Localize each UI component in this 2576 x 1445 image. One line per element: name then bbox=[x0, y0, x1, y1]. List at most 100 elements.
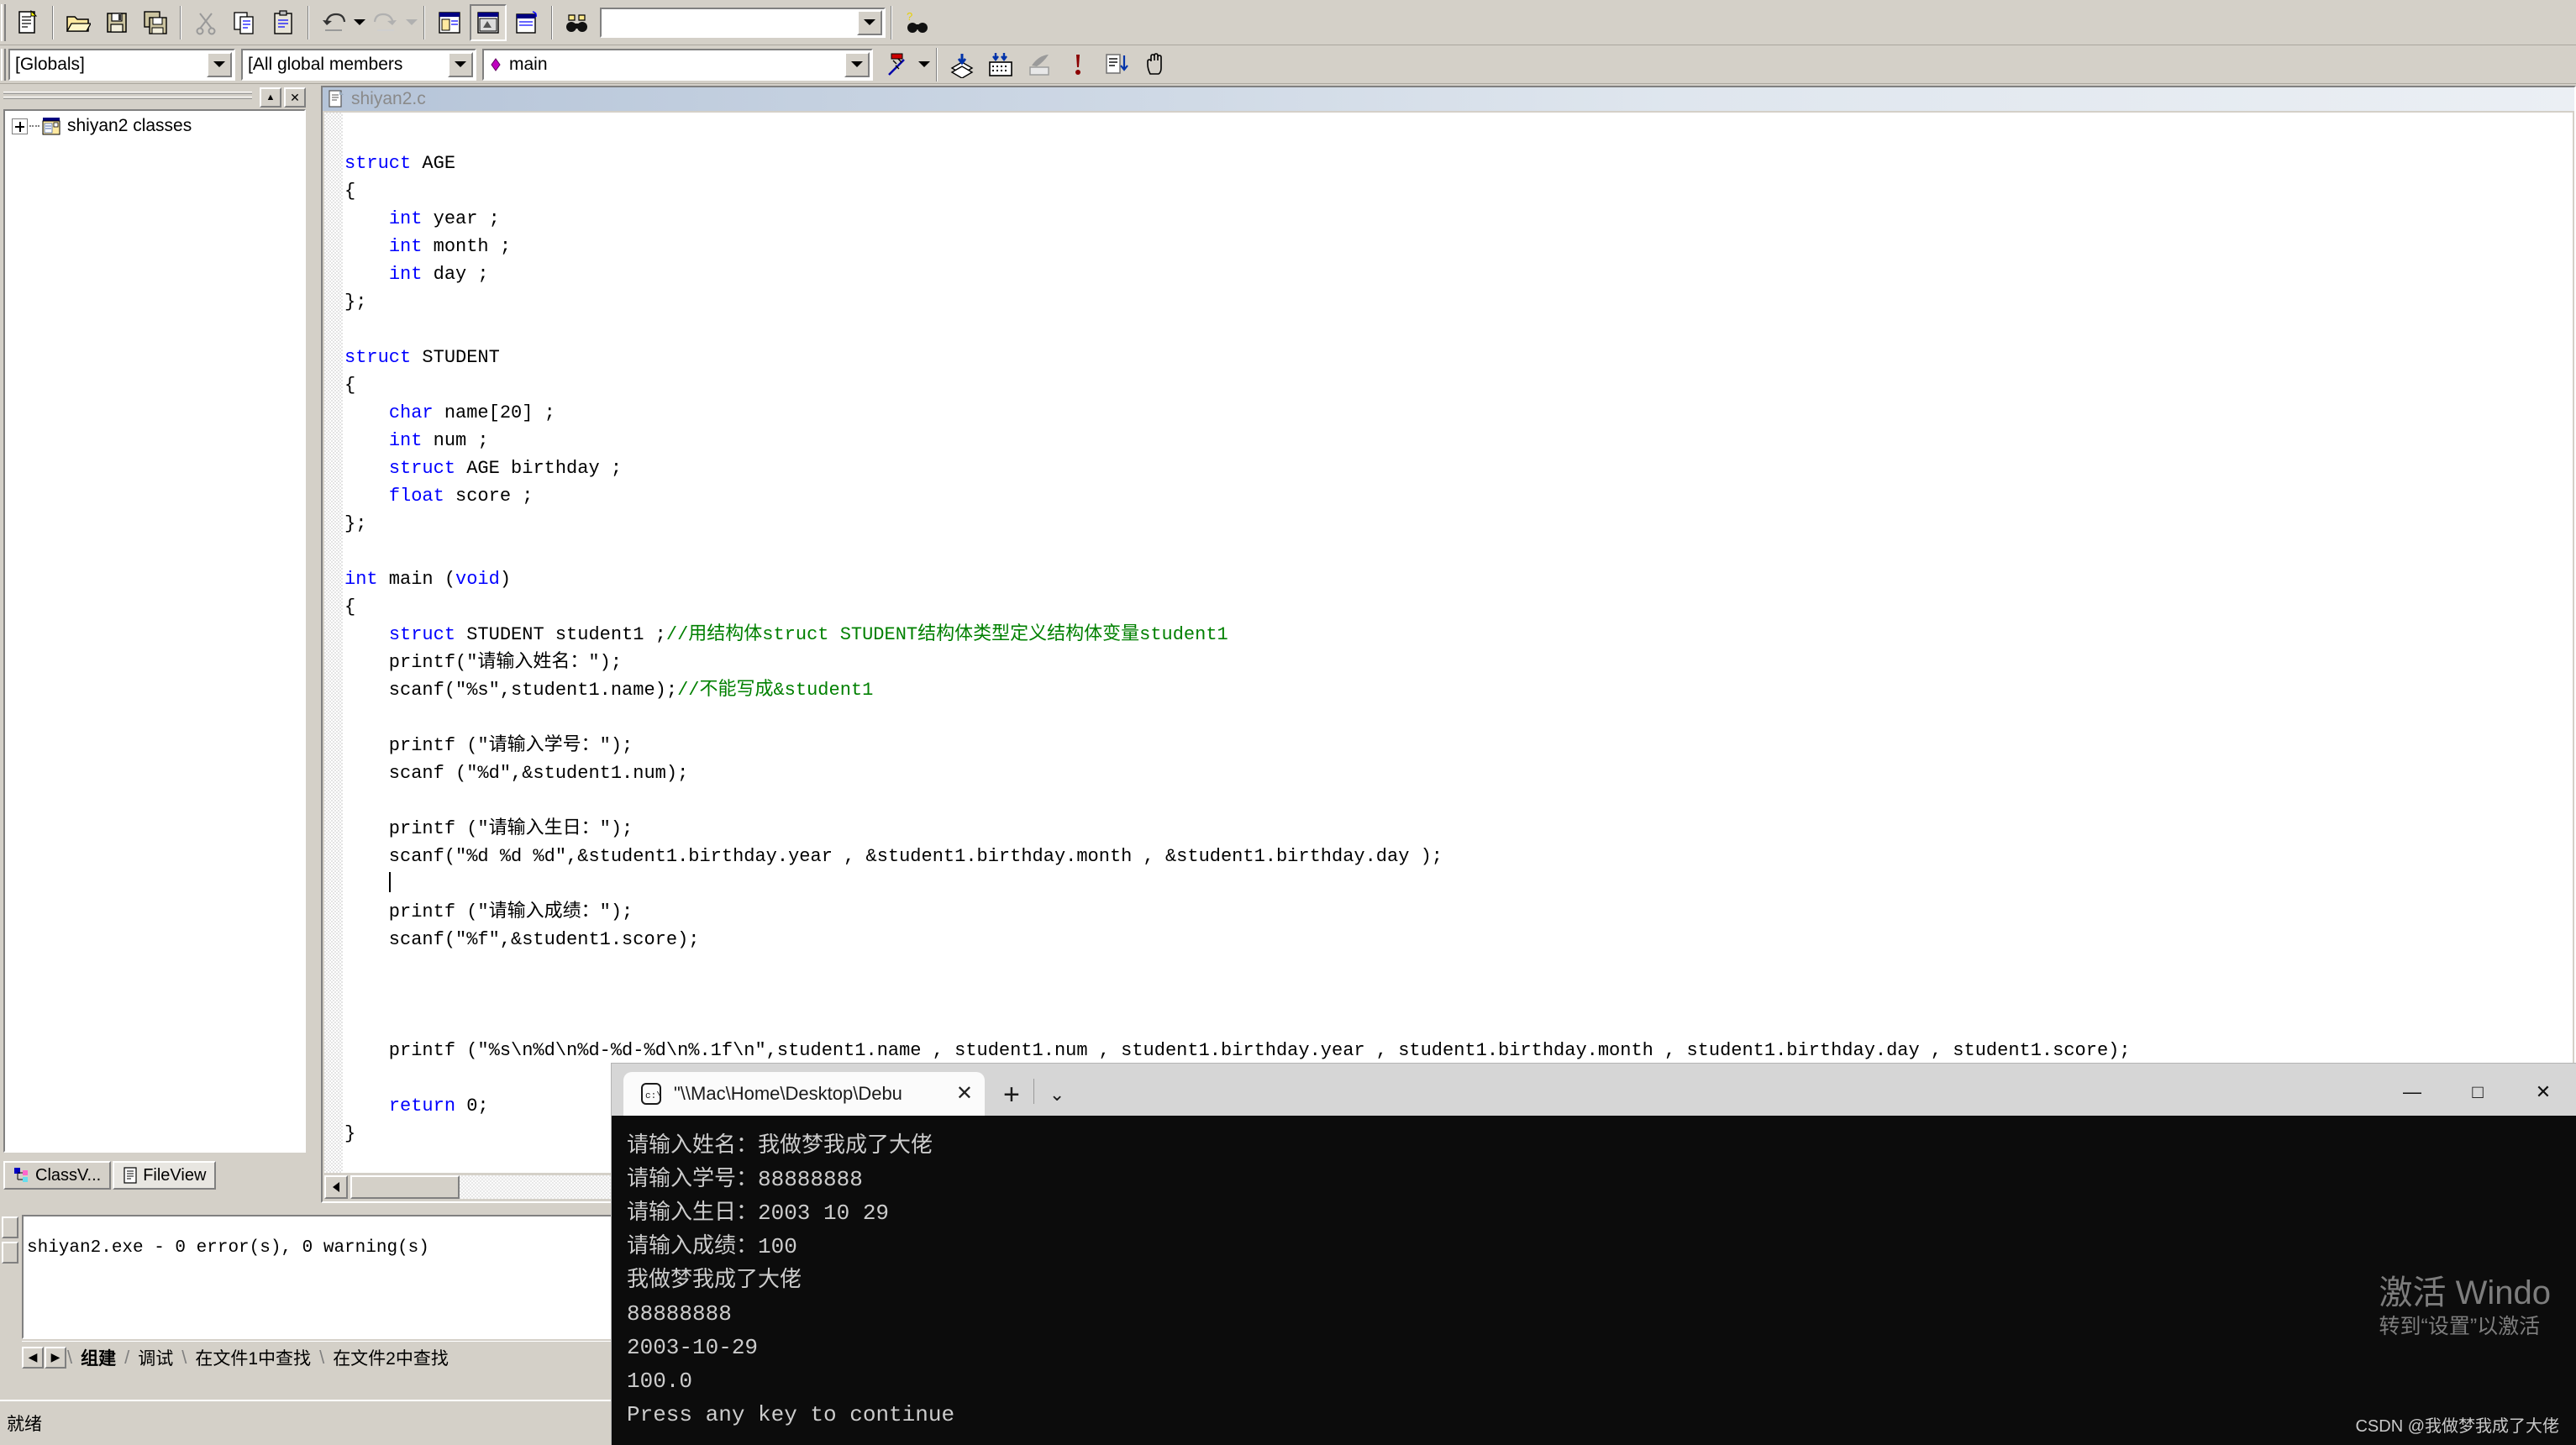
toolbar-separator bbox=[891, 5, 892, 39]
document-arrow-down-icon bbox=[1106, 53, 1128, 74]
fileview-icon bbox=[124, 1167, 137, 1184]
tab-classview[interactable]: ClassV... bbox=[3, 1161, 112, 1190]
editor-titlebar[interactable]: shiyan2.c bbox=[323, 87, 2574, 111]
undo-button[interactable] bbox=[315, 4, 352, 41]
copy-button[interactable] bbox=[226, 4, 263, 41]
globals-combo-value[interactable]: [Globals] bbox=[10, 55, 207, 75]
build-grid-icon bbox=[989, 52, 1012, 76]
output-next-glyph: ▶ bbox=[50, 1350, 60, 1364]
insert-breakpoint-button[interactable] bbox=[1137, 46, 1174, 83]
workspace-titlebar[interactable]: ▲ ✕ bbox=[0, 86, 309, 109]
go-debug-button[interactable] bbox=[1098, 46, 1135, 83]
terminal-tab[interactable]: c:\ "\\Mac\Home\Desktop\Debu ✕ bbox=[623, 1072, 985, 1116]
function-combo-arrow[interactable] bbox=[844, 51, 870, 77]
output-prev-glyph: ◀ bbox=[28, 1350, 38, 1364]
class-wizard-button[interactable] bbox=[880, 46, 917, 83]
tree-expander-icon[interactable] bbox=[12, 118, 28, 134]
hand-icon bbox=[1147, 52, 1162, 75]
source-code-text[interactable]: struct AGE { int year ; int month ; int … bbox=[344, 131, 2573, 1154]
workspace-close-button[interactable]: ✕ bbox=[284, 87, 306, 108]
terminal-dropdown-button[interactable]: ⌄ bbox=[1049, 1084, 1065, 1106]
save-button[interactable] bbox=[98, 4, 135, 41]
members-combo-arrow[interactable] bbox=[448, 51, 473, 77]
terminal-close-button[interactable]: ✕ bbox=[2510, 1069, 2576, 1116]
paste-button[interactable] bbox=[265, 4, 302, 41]
save-all-button[interactable] bbox=[137, 4, 174, 41]
workspace-tabstrip: ClassV... FileView bbox=[3, 1159, 218, 1190]
scroll-left-button[interactable] bbox=[324, 1175, 348, 1199]
find-in-files-button[interactable] bbox=[559, 4, 596, 41]
output-tab-build[interactable]: 组建 bbox=[72, 1345, 124, 1370]
redo-button[interactable] bbox=[367, 4, 404, 41]
terminal-console-output[interactable]: 请输入姓名：我做梦我成了大佬 请输入学号：88888888 请输入生日：2003… bbox=[612, 1116, 2576, 1445]
classview-icon bbox=[14, 1168, 28, 1182]
floppy-disk-icon bbox=[107, 12, 127, 33]
toolbar-separator bbox=[423, 5, 425, 39]
output-scroll-up-button[interactable] bbox=[2, 1216, 18, 1238]
output-tab-find-in-files-1[interactable]: 在文件1中查找 bbox=[187, 1345, 319, 1370]
wizardbar-grip[interactable] bbox=[1, 48, 6, 81]
members-combo-value[interactable]: [All global members bbox=[243, 55, 448, 75]
scissors-icon bbox=[196, 12, 216, 34]
output-toggle-button[interactable] bbox=[470, 3, 507, 41]
svg-text:c:\: c:\ bbox=[645, 1091, 662, 1101]
build-button[interactable] bbox=[982, 46, 1019, 83]
tree-item-classes-root[interactable]: shiyan2 classes bbox=[5, 111, 304, 136]
terminal-maximize-button[interactable]: □ bbox=[2445, 1069, 2510, 1116]
undo-dropdown-arrow[interactable] bbox=[353, 4, 366, 41]
selection-margin[interactable] bbox=[324, 113, 343, 1173]
open-folder-icon bbox=[66, 15, 91, 32]
terminal-tab-close-icon[interactable]: ✕ bbox=[956, 1084, 973, 1104]
clipboard-paste-icon bbox=[274, 9, 292, 34]
workspace-window-icon bbox=[439, 11, 460, 34]
tab-fileview[interactable]: FileView bbox=[113, 1161, 217, 1190]
output-tab-find-in-files-2[interactable]: 在文件2中查找 bbox=[324, 1345, 457, 1370]
toolbar-separator bbox=[308, 5, 309, 39]
find-combo-arrow[interactable] bbox=[857, 9, 882, 35]
workspace-dock-button[interactable]: ▲ bbox=[260, 87, 281, 108]
watch-toggle-button[interactable] bbox=[508, 4, 545, 41]
open-file-button[interactable] bbox=[60, 4, 97, 41]
function-combo-value[interactable]: main bbox=[509, 55, 548, 75]
find-combo[interactable] bbox=[600, 7, 886, 38]
execute-program-button[interactable] bbox=[1059, 46, 1096, 83]
redo-dropdown-arrow[interactable] bbox=[405, 4, 418, 41]
new-document-icon bbox=[18, 9, 38, 34]
tab-classview-label: ClassV... bbox=[35, 1165, 102, 1185]
workspace-gripper[interactable] bbox=[3, 92, 252, 103]
new-document-button[interactable] bbox=[9, 4, 46, 41]
output-scroll-down-button[interactable] bbox=[2, 1242, 18, 1264]
toolbar-separator bbox=[936, 47, 938, 81]
redo-arrow-icon bbox=[373, 13, 397, 31]
output-text[interactable]: shiyan2.exe - 0 error(s), 0 warning(s) bbox=[22, 1215, 627, 1339]
cut-button[interactable] bbox=[187, 4, 224, 41]
tab-fileview-label: FileView bbox=[143, 1165, 207, 1185]
globals-combo-arrow[interactable] bbox=[207, 51, 232, 77]
members-combo[interactable]: [All global members bbox=[241, 48, 476, 81]
function-combo[interactable]: main bbox=[482, 48, 873, 81]
workspace-panel: ▲ ✕ shiyan2 classes ClassV... FileView bbox=[0, 86, 309, 1203]
class-wizard-dropdown-arrow[interactable] bbox=[917, 46, 931, 83]
output-tab-next-button[interactable]: ▶ bbox=[45, 1346, 66, 1369]
console-icon: c:\ bbox=[641, 1083, 662, 1105]
svg-text:?: ? bbox=[907, 10, 912, 23]
toolbar-grip[interactable] bbox=[1, 3, 6, 41]
scroll-thumb[interactable] bbox=[350, 1175, 460, 1199]
workspace-tree[interactable]: shiyan2 classes bbox=[3, 109, 306, 1153]
workspace-toggle-button[interactable] bbox=[431, 4, 468, 41]
output-window-icon bbox=[477, 11, 499, 34]
find-help-button[interactable]: ? bbox=[898, 4, 935, 41]
stop-build-button[interactable] bbox=[1021, 46, 1058, 83]
toolbar-separator bbox=[52, 5, 54, 39]
compile-button[interactable] bbox=[944, 46, 980, 83]
globals-combo[interactable]: [Globals] bbox=[8, 48, 235, 81]
terminal-minimize-button[interactable]: — bbox=[2379, 1069, 2445, 1116]
editor-body[interactable]: struct AGE { int year ; int month ; int … bbox=[324, 113, 2573, 1173]
terminal-new-tab-button[interactable]: + bbox=[1003, 1080, 1020, 1109]
terminal-tab-title: "\\Mac\Home\Desktop\Debu bbox=[674, 1083, 902, 1104]
standard-toolbar: ? bbox=[0, 0, 2576, 45]
output-tab-debug[interactable]: 调试 bbox=[129, 1345, 181, 1370]
output-tab-prev-button[interactable]: ◀ bbox=[22, 1346, 44, 1369]
terminal-titlebar[interactable]: c:\ "\\Mac\Home\Desktop\Debu ✕ + ⌄ — □ ✕ bbox=[612, 1064, 2576, 1116]
c-source-file-icon bbox=[329, 90, 344, 108]
